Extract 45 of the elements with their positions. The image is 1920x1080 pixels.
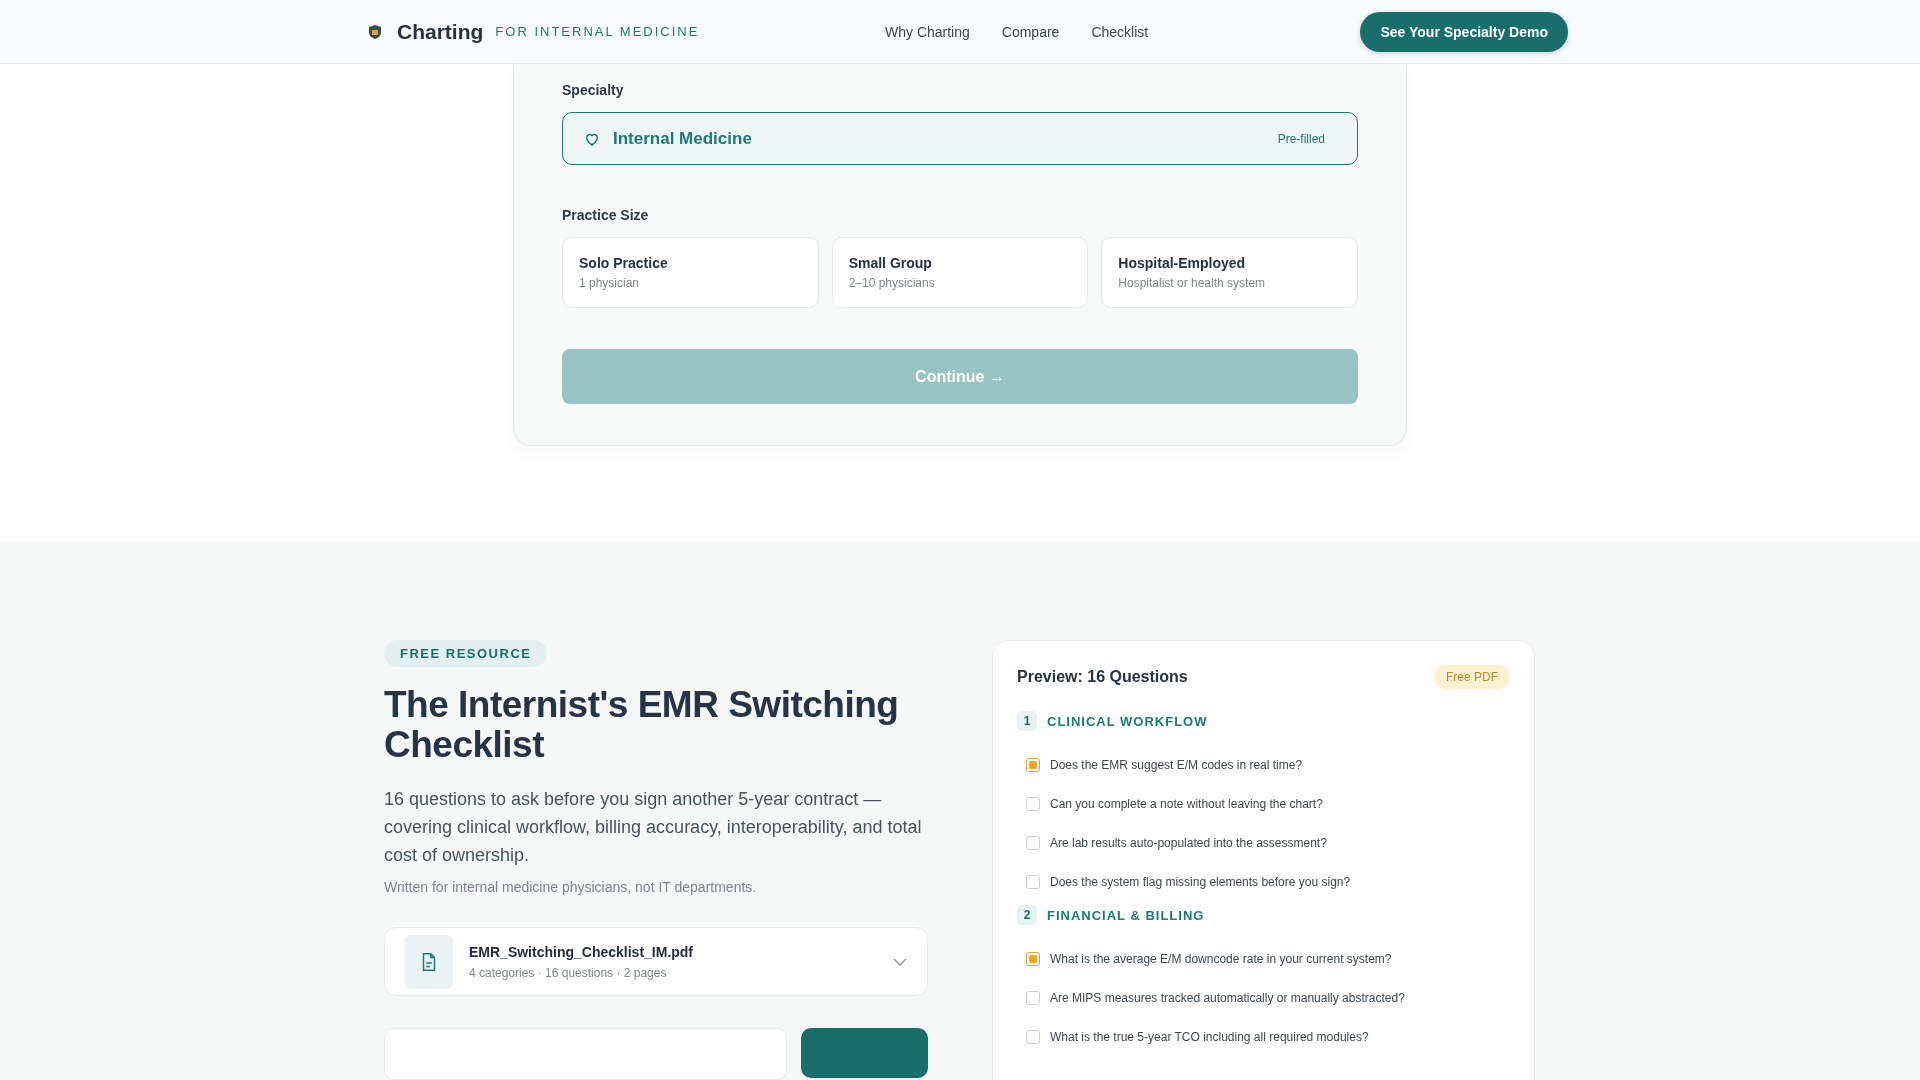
specialty-field[interactable]: Internal Medicine Pre-filled: [562, 112, 1358, 165]
checkbox[interactable]: [1026, 796, 1040, 811]
email-field[interactable]: [384, 1028, 787, 1080]
checklist-title: The Internist's EMR Switching Checklist: [384, 685, 900, 765]
prefilled-note: Pre-filled: [1277, 131, 1325, 146]
document-icon: [405, 934, 453, 989]
checkbox[interactable]: [1026, 951, 1040, 966]
category-number: 1: [1017, 711, 1037, 731]
question-text: Can you complete a note without leaving the chart?: [1050, 796, 1323, 811]
checkbox[interactable]: [1026, 835, 1040, 850]
resource-badge: FREE RESOURCE: [384, 640, 548, 667]
checkbox[interactable]: [1026, 757, 1040, 772]
field-label: Specialty: [562, 82, 625, 98]
shield-icon: [367, 23, 383, 40]
demo-button[interactable]: See Your Specialty Demo: [1360, 11, 1568, 52]
preview-title: Preview: 16 Questions: [1017, 668, 1188, 686]
question-text: Are MIPS measures tracked automatically or manually abstracted?: [1050, 990, 1405, 1005]
practice-size-option[interactable]: Solo Practice 1 physician: [562, 237, 819, 308]
brand-name[interactable]: Charting: [397, 19, 484, 44]
nav-link[interactable]: Why Charting: [885, 23, 970, 40]
file-meta: 4 categories · 16 questions · 2 pages: [469, 965, 668, 980]
practice-size-option[interactable]: Small Group 2–10 physicians: [831, 237, 1089, 308]
pdf-badge: Free PDF: [1434, 665, 1510, 689]
category-title: CLINICAL WORKFLOW: [1047, 713, 1208, 729]
category-number: 2: [1017, 905, 1037, 925]
checkbox[interactable]: [1026, 874, 1040, 889]
checkbox[interactable]: [1026, 990, 1040, 1005]
audience-note: Written for internal medicine physicians, not IT departments.: [384, 879, 757, 895]
checkbox[interactable]: [1026, 1029, 1040, 1044]
file-name: EMR_Switching_Checklist_IM.pdf: [469, 943, 695, 960]
brand-tagline: FOR INTERNAL MEDICINE: [495, 24, 700, 39]
question-text: Are lab results auto-populated into the assessment?: [1050, 835, 1327, 850]
nav-link[interactable]: Checklist: [1091, 23, 1149, 40]
question-text: Does the system flag missing elements before you sign?: [1050, 874, 1351, 889]
submit-button[interactable]: [801, 1028, 928, 1078]
chevron-icon[interactable]: [893, 957, 907, 966]
category-title: FINANCIAL & BILLING: [1047, 907, 1205, 923]
file-card[interactable]: EMR_Switching_Checklist_IM.pdf 4 categories · 16 questions · 2 pages: [384, 927, 928, 996]
question-text: What is the average E/M downcode rate in your current system?: [1050, 951, 1392, 966]
question-text: Does the EMR suggest E/M codes in real time?: [1050, 757, 1303, 772]
nav-link[interactable]: Compare: [1001, 23, 1060, 40]
practice-size-option[interactable]: Hospital-Employed Hospitalist or health system: [1101, 237, 1358, 308]
checklist-description: 16 questions to ask before you sign another 5-year contract — covering clinical workflow, billing accuracy, interoperability, and total cost of ownership.: [384, 788, 923, 867]
field-label: Practice Size: [562, 207, 650, 223]
question-text: What is the true 5-year TCO including all required modules?: [1050, 1029, 1369, 1044]
